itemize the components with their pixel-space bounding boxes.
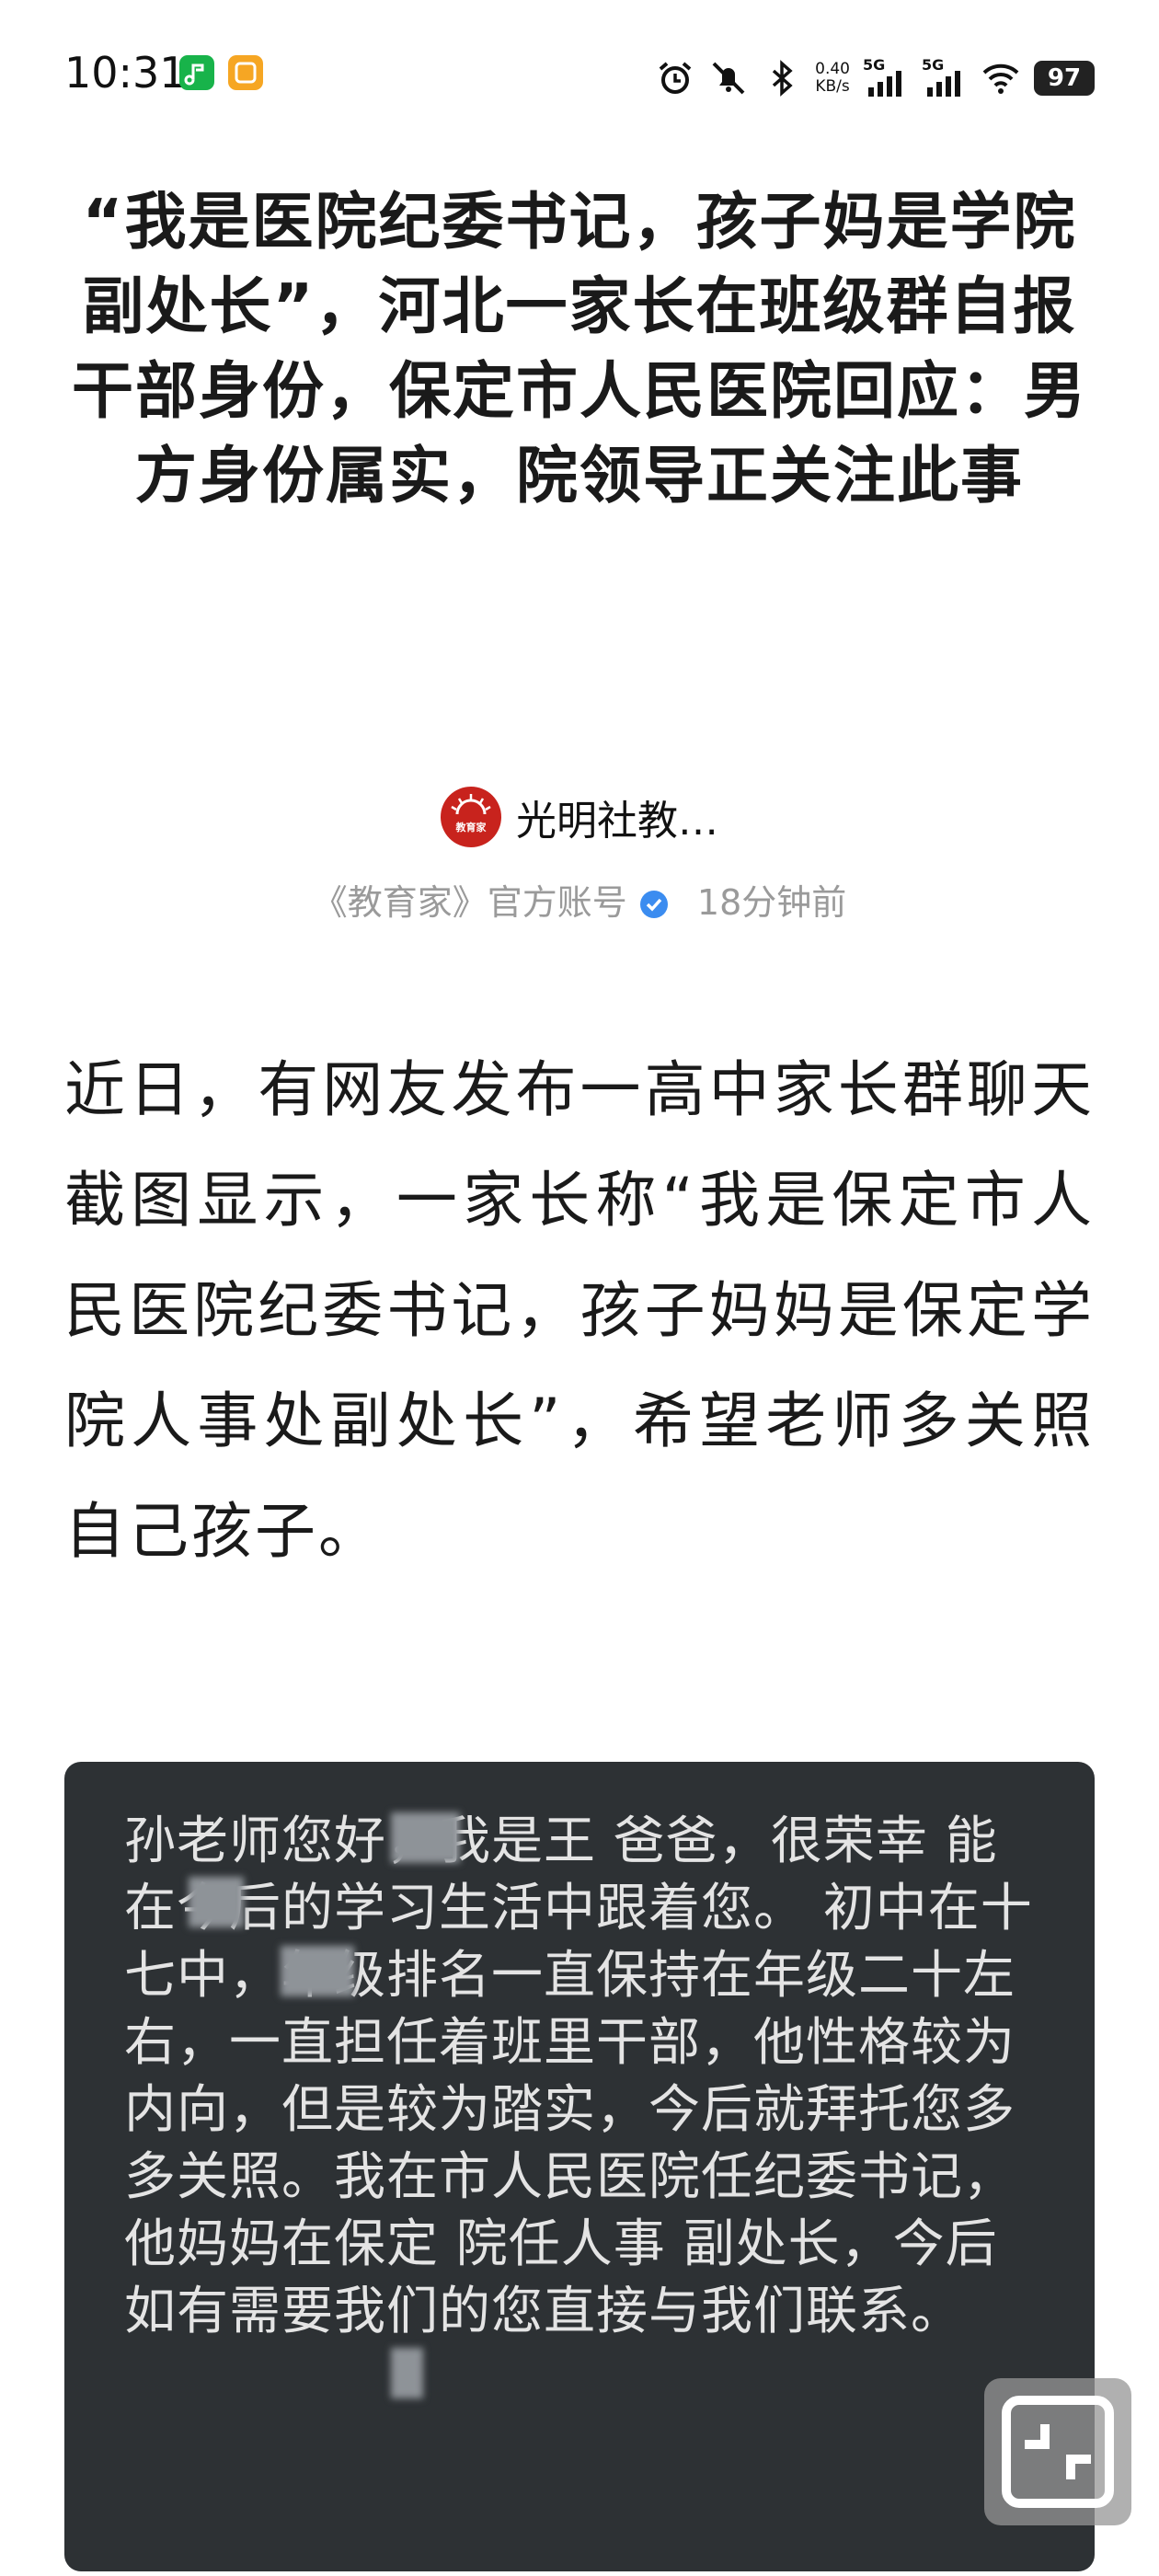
verified-icon: [639, 891, 668, 918]
article-title: “我是医院纪委书记，孩子妈是学院副处长”，河北一家长在班级群自报干部身份，保定市…: [72, 186, 1087, 512]
bluetooth-icon: [772, 60, 793, 97]
alarm-icon: [659, 62, 692, 94]
author-meta: 《教育家》官方账号 18分钟前: [0, 874, 1159, 925]
signal-1-label: 5G: [863, 56, 886, 74]
net-speed-unit: KB/s: [815, 77, 850, 96]
battery-indicator: 97: [1034, 61, 1095, 96]
blur-patch: [281, 1946, 354, 1996]
blur-patch: [391, 2348, 423, 2398]
article-body: 近日，有网友发布一高中家长群聊天截图显示，一家长称“我是保定市人民医院纪委书记，…: [64, 1054, 1095, 1567]
author-row[interactable]: 教育家 光明社教…: [0, 780, 1159, 854]
music-app-icon: [179, 55, 214, 90]
expand-icon: [1002, 2396, 1114, 2508]
status-time: 10:31: [64, 48, 187, 98]
blur-patch: [189, 1877, 244, 1927]
expand-image-button[interactable]: [984, 2378, 1131, 2525]
avatar-text: 教育家: [455, 822, 487, 834]
author-avatar[interactable]: 教育家: [441, 787, 501, 847]
chat-text: 孙老师您好，我是王 爸爸，很荣幸 能在今后的学习生活中跟着您。 初中在十七中，年…: [124, 1811, 1033, 2341]
net-speed: 0.40 KB/s: [815, 61, 850, 96]
signal-2-label: 5G: [922, 56, 945, 74]
sun-logo-icon: [451, 794, 491, 815]
net-speed-value: 0.40: [815, 60, 850, 78]
blur-patch: [391, 1812, 460, 1863]
wifi-icon: [982, 63, 1019, 94]
author-name[interactable]: 光明社教…: [516, 788, 718, 846]
notification-app-icon: [228, 55, 263, 90]
signal-1: 5G: [863, 56, 909, 98]
publish-time: 18分钟前: [696, 882, 847, 923]
author-subtitle: 《教育家》官方账号: [312, 882, 627, 923]
mute-icon: [712, 62, 745, 95]
chat-screenshot-image[interactable]: 孙老师您好，我是王 爸爸，很荣幸 能在今后的学习生活中跟着您。 初中在十七中，年…: [64, 1762, 1095, 2571]
status-bar: 10:31 0.40 KB/s 5G 5G 97: [0, 0, 1159, 156]
signal-2: 5G: [922, 56, 968, 98]
